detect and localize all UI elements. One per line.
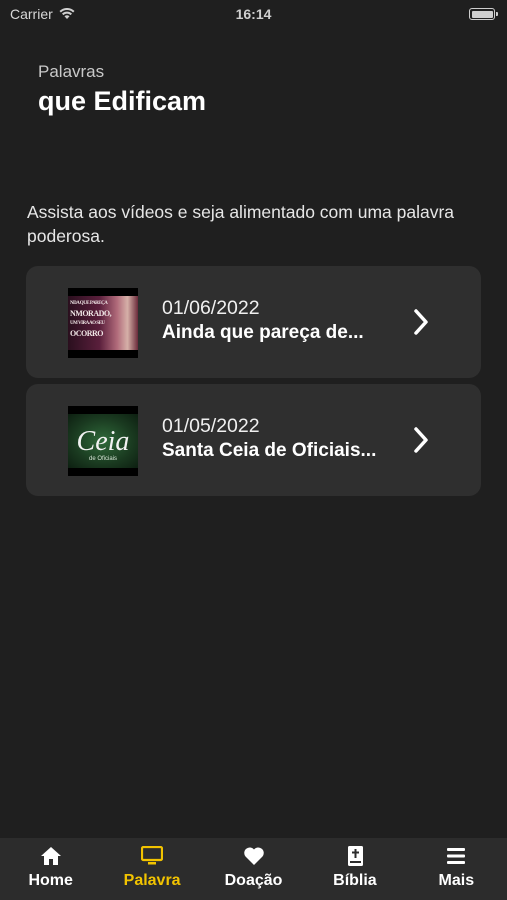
video-title: Santa Ceia de Oficiais... (162, 440, 377, 461)
tab-label: Palavra (123, 872, 181, 889)
thumbnail-text: Ceia (76, 426, 130, 457)
tab-bar: Home Palavra Doação Bíblia Mais (0, 838, 507, 900)
video-date: 01/06/2022 (162, 297, 260, 319)
tab-palavra[interactable]: Palavra (101, 838, 202, 900)
tab-mais[interactable]: Mais (406, 838, 507, 900)
carrier-label: Carrier (10, 6, 53, 22)
page-title: que Edificam (38, 86, 207, 116)
battery-icon (469, 8, 498, 20)
tab-label: Home (28, 872, 73, 889)
chevron-right-icon[interactable] (411, 306, 433, 338)
thumbnail-line: NMORADO, (70, 309, 112, 318)
monitor-icon (141, 846, 164, 865)
thumbnail-line: NDA QUE PAREÇA (70, 301, 108, 306)
tab-label: Mais (438, 872, 475, 889)
video-thumbnail: NDA QUE PAREÇA NMORADO, UM VIRA AO SEU O… (68, 288, 138, 358)
page-subtitle: Palavras (38, 62, 105, 81)
chevron-right-icon[interactable] (411, 424, 433, 456)
video-info: 01/06/2022 Ainda que pareça de... (162, 296, 407, 346)
heart-icon (243, 847, 264, 865)
video-title: Ainda que pareça de... (162, 322, 364, 343)
thumbnail-line: OCORRO (70, 329, 104, 338)
intro-text: Assista aos vídeos e seja alimentado com… (27, 202, 455, 246)
video-card[interactable]: NDA QUE PAREÇA NMORADO, UM VIRA AO SEU O… (26, 266, 481, 378)
tab-doacao[interactable]: Doação (203, 838, 304, 900)
status-time: 16:14 (235, 6, 272, 22)
menu-icon (447, 848, 466, 864)
tab-label: Doação (224, 872, 283, 889)
tab-biblia[interactable]: Bíblia (304, 838, 405, 900)
video-thumbnail: Ceia de Oficiais (68, 406, 138, 476)
thumbnail-subtext: de Oficiais (88, 456, 117, 462)
video-info: 01/05/2022 Santa Ceia de Oficiais... (162, 414, 407, 464)
thumbnail-line: UM VIRA AO SEU (70, 321, 105, 326)
tab-home[interactable]: Home (0, 838, 101, 900)
video-date: 01/05/2022 (162, 415, 260, 437)
home-icon (40, 847, 61, 865)
thumbnail-text: NDA QUE PAREÇA NMORADO, UM VIRA AO SEU O… (70, 300, 112, 340)
video-card[interactable]: Ceia de Oficiais 01/05/2022 Santa Ceia d… (26, 384, 481, 496)
bible-icon (347, 846, 363, 866)
status-left: Carrier (10, 6, 75, 22)
status-bar: Carrier 16:14 (0, 0, 507, 28)
tab-label: Bíblia (333, 872, 377, 889)
wifi-icon (59, 8, 75, 19)
